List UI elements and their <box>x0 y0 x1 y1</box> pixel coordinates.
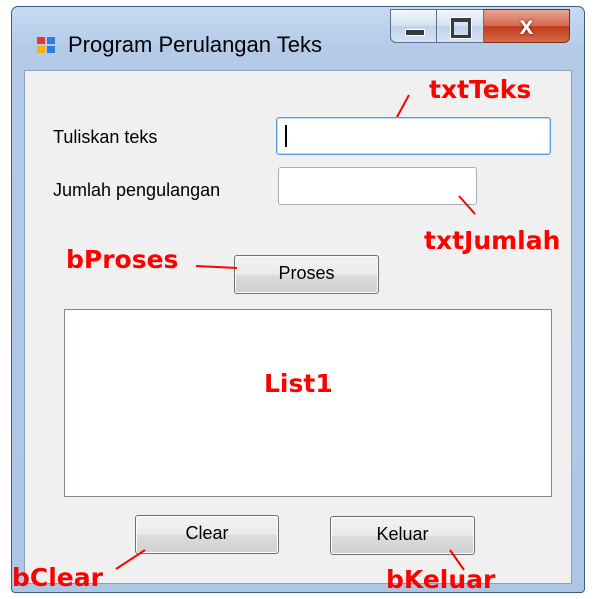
clear-button[interactable]: Clear <box>135 515 279 554</box>
annotation-txtteks: txtTeks <box>429 75 532 104</box>
annotation-list1: List1 <box>264 369 333 398</box>
keluar-button[interactable]: Keluar <box>330 516 475 555</box>
close-button[interactable]: x <box>484 9 570 43</box>
close-icon: x <box>519 12 534 40</box>
proses-button-label: Proses <box>278 263 335 283</box>
app-icon <box>37 37 57 55</box>
teks-input[interactable] <box>276 117 551 155</box>
annotation-bproses: bProses <box>66 245 179 274</box>
keluar-button-label: Keluar <box>376 524 429 544</box>
maximize-icon <box>450 17 472 39</box>
label-jumlah-pengulangan: Jumlah pengulangan <box>53 180 221 200</box>
text-caret <box>285 125 287 147</box>
annotation-bkeluar: bKeluar <box>386 565 496 594</box>
minimize-icon <box>405 29 425 36</box>
window-title: Program Perulangan Teks <box>68 32 322 57</box>
output-listbox[interactable] <box>64 309 552 497</box>
proses-button[interactable]: Proses <box>234 255 379 294</box>
clear-button-label: Clear <box>185 523 229 543</box>
label-tuliskan-teks: Tuliskan teks <box>53 127 158 147</box>
jumlah-input[interactable] <box>278 167 477 205</box>
minimize-button[interactable] <box>390 9 437 43</box>
annotation-bclear: bClear <box>12 563 103 592</box>
title-bar[interactable]: Program Perulangan Teks x <box>12 7 584 67</box>
maximize-button[interactable] <box>437 9 484 43</box>
annotation-txtjumlah: txtJumlah <box>424 226 561 255</box>
